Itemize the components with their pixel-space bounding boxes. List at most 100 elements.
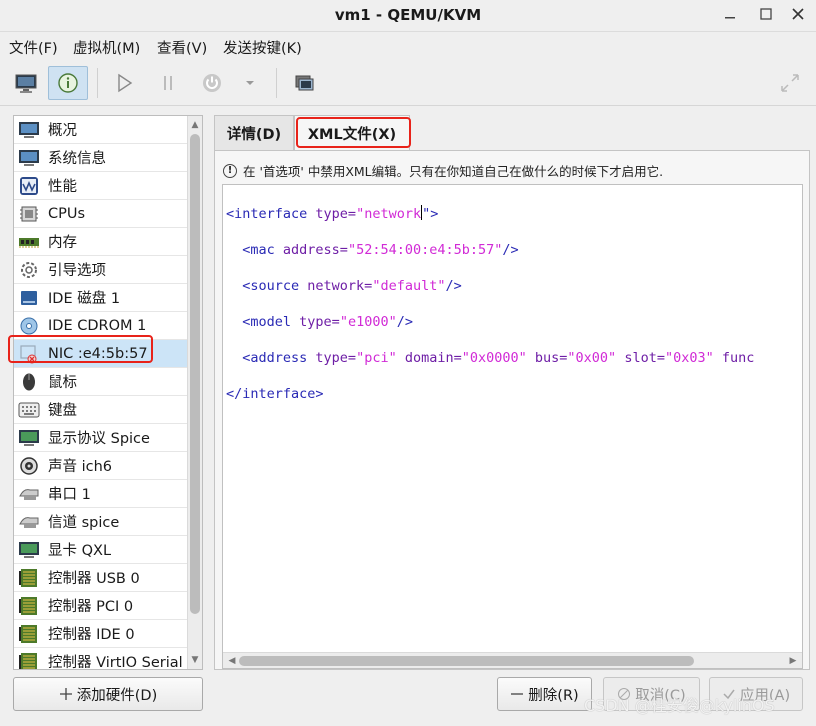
xml-code[interactable]: <interface type="network"> <mac address=… (226, 187, 754, 439)
minus-icon (511, 693, 524, 695)
xml-editor[interactable]: <interface type="network"> <mac address=… (222, 184, 803, 669)
plus-icon (59, 688, 72, 700)
menu-view[interactable]: 查看(V) (157, 37, 207, 58)
sidebar-item-label: IDE 磁盘 1 (48, 291, 121, 307)
sidebar-item-label: 引导选项 (48, 263, 106, 279)
sidebar-item-boot-options[interactable]: 引导选项 (14, 256, 188, 284)
hardware-list: 概况 系统信息 性能 CPUs 内存 引导选项 IDE 磁盘 1 IDE CDR… (13, 115, 203, 670)
cdrom-icon (18, 316, 40, 336)
pause-icon (164, 76, 172, 90)
sidebar-item-label: 控制器 VirtIO Serial (48, 655, 183, 670)
sidebar-item-controller-virtio-serial[interactable]: 控制器 VirtIO Serial (14, 648, 188, 670)
serial-icon (18, 484, 40, 504)
channel-icon (18, 512, 40, 532)
fullscreen-icon (781, 74, 799, 92)
xml-hscroll-thumb[interactable] (239, 656, 694, 666)
play-icon (118, 73, 133, 93)
boot-gear-icon (18, 260, 40, 280)
sidebar-item-label: 概况 (48, 123, 77, 139)
fullscreen-button[interactable] (770, 66, 810, 100)
controller-icon (18, 568, 40, 588)
shutdown-button[interactable] (192, 66, 232, 100)
scroll-right-icon[interactable]: ▶ (786, 654, 800, 668)
console-button[interactable] (6, 66, 46, 100)
sidebar-item-nic[interactable]: NIC :e4:5b:57 (14, 340, 188, 368)
sidebar-item-performance[interactable]: 性能 (14, 172, 188, 200)
memory-icon (18, 232, 40, 252)
sidebar-item-label: 性能 (48, 179, 77, 195)
sidebar-item-mouse[interactable]: 鼠标 (14, 368, 188, 396)
details-button[interactable] (48, 66, 88, 100)
performance-icon (18, 176, 40, 196)
sidebar-item-sound[interactable]: 声音 ich6 (14, 452, 188, 480)
xml-line: <interface type="network"> (226, 205, 439, 222)
sidebar-item-label: IDE CDROM 1 (48, 317, 147, 334)
minimize-icon (725, 17, 735, 19)
scroll-up-icon[interactable]: ▲ (188, 118, 202, 132)
warning-icon: ! (223, 163, 237, 178)
maximize-button[interactable] (748, 0, 784, 28)
minimize-button[interactable] (712, 0, 748, 28)
menu-send-key[interactable]: 发送按键(K) (223, 37, 302, 58)
snapshots-icon (295, 75, 314, 91)
sidebar-item-ide-disk[interactable]: IDE 磁盘 1 (14, 284, 188, 312)
sidebar-item-label: 声音 ich6 (48, 459, 113, 475)
xml-line: <model type="e1000"/> (226, 314, 413, 330)
sidebar-item-label: 显卡 QXL (48, 543, 112, 559)
info-icon (58, 73, 78, 93)
snapshots-button[interactable] (284, 66, 324, 100)
sidebar-item-cpus[interactable]: CPUs (14, 200, 188, 228)
run-button[interactable] (104, 66, 144, 100)
sidebar-item-serial[interactable]: 串口 1 (14, 480, 188, 508)
watermark: CSDN @桂安俊@kylinOS (584, 696, 775, 715)
sidebar-item-memory[interactable]: 内存 (14, 228, 188, 256)
sidebar-item-controller-usb[interactable]: 控制器 USB 0 (14, 564, 188, 592)
display-icon (18, 428, 40, 448)
sidebar-item-keyboard[interactable]: 键盘 (14, 396, 188, 424)
xml-line: <mac address="52:54:00:e4:5b:57"/> (226, 242, 519, 258)
sidebar-item-overview[interactable]: 概况 (14, 116, 188, 144)
xml-line: </interface> (226, 386, 324, 402)
window-title: vm1 - QEMU/KVM (334, 6, 482, 24)
sidebar-item-channel[interactable]: 信道 spice (14, 508, 188, 536)
sidebar-item-display-spice[interactable]: 显示协议 Spice (14, 424, 188, 452)
remove-button[interactable]: 删除(R) (497, 677, 592, 711)
pause-button[interactable] (148, 66, 188, 100)
sidebar-item-video[interactable]: 显卡 QXL (14, 536, 188, 564)
add-hardware-label: 添加硬件(D) (76, 687, 158, 704)
tab-details[interactable]: 详情(D) (214, 115, 294, 150)
dropdown-icon (246, 81, 254, 85)
toolbar (0, 60, 816, 106)
sidebar-item-label: 控制器 USB 0 (48, 571, 140, 587)
sidebar-item-controller-ide[interactable]: 控制器 IDE 0 (14, 620, 188, 648)
add-hardware-button[interactable]: 添加硬件(D) (13, 677, 203, 711)
sidebar-item-sysinfo[interactable]: 系统信息 (14, 144, 188, 172)
sidebar-item-label: 串口 1 (48, 487, 91, 503)
mouse-icon (18, 372, 40, 392)
sidebar-item-label: 信道 spice (48, 515, 120, 531)
warning-text: 在 '首选项' 中禁用XML编辑。只有在你知道自己在做什么的时候下才启用它. (243, 164, 664, 179)
sidebar-item-controller-pci[interactable]: 控制器 PCI 0 (14, 592, 188, 620)
shutdown-menu-button[interactable] (234, 66, 266, 100)
sidebar-item-label: CPUs (48, 205, 86, 222)
nic-icon (18, 344, 40, 364)
controller-icon (18, 596, 40, 616)
menu-file[interactable]: 文件(F) (9, 37, 58, 58)
tab-xml[interactable]: XML文件(X) (294, 115, 410, 150)
scroll-down-icon[interactable]: ▼ (188, 653, 202, 667)
power-icon (203, 74, 221, 92)
sidebar-item-label: 键盘 (48, 403, 77, 419)
close-button[interactable] (780, 0, 816, 28)
remove-label: 删除(R) (528, 687, 579, 704)
menu-vm[interactable]: 虚拟机(M) (73, 37, 140, 58)
sidebar-item-label: NIC :e4:5b:57 (48, 345, 148, 362)
xml-warning: ! 在 '首选项' 中禁用XML编辑。只有在你知道自己在做什么的时候下才启用它. (223, 161, 663, 180)
sidebar-item-ide-cdrom[interactable]: IDE CDROM 1 (14, 312, 188, 340)
sidebar-scroll-thumb[interactable] (190, 134, 200, 614)
sidebar-scrollbar[interactable]: ▲ ▼ (187, 116, 202, 669)
scroll-left-icon[interactable]: ◀ (225, 654, 239, 668)
xml-hscrollbar[interactable]: ◀ ▶ (223, 652, 802, 668)
menu-bar: 文件(F) 虚拟机(M) 查看(V) 发送按键(K) (0, 33, 816, 60)
title-bar: vm1 - QEMU/KVM (0, 0, 816, 32)
sidebar-item-label: 内存 (48, 235, 77, 251)
